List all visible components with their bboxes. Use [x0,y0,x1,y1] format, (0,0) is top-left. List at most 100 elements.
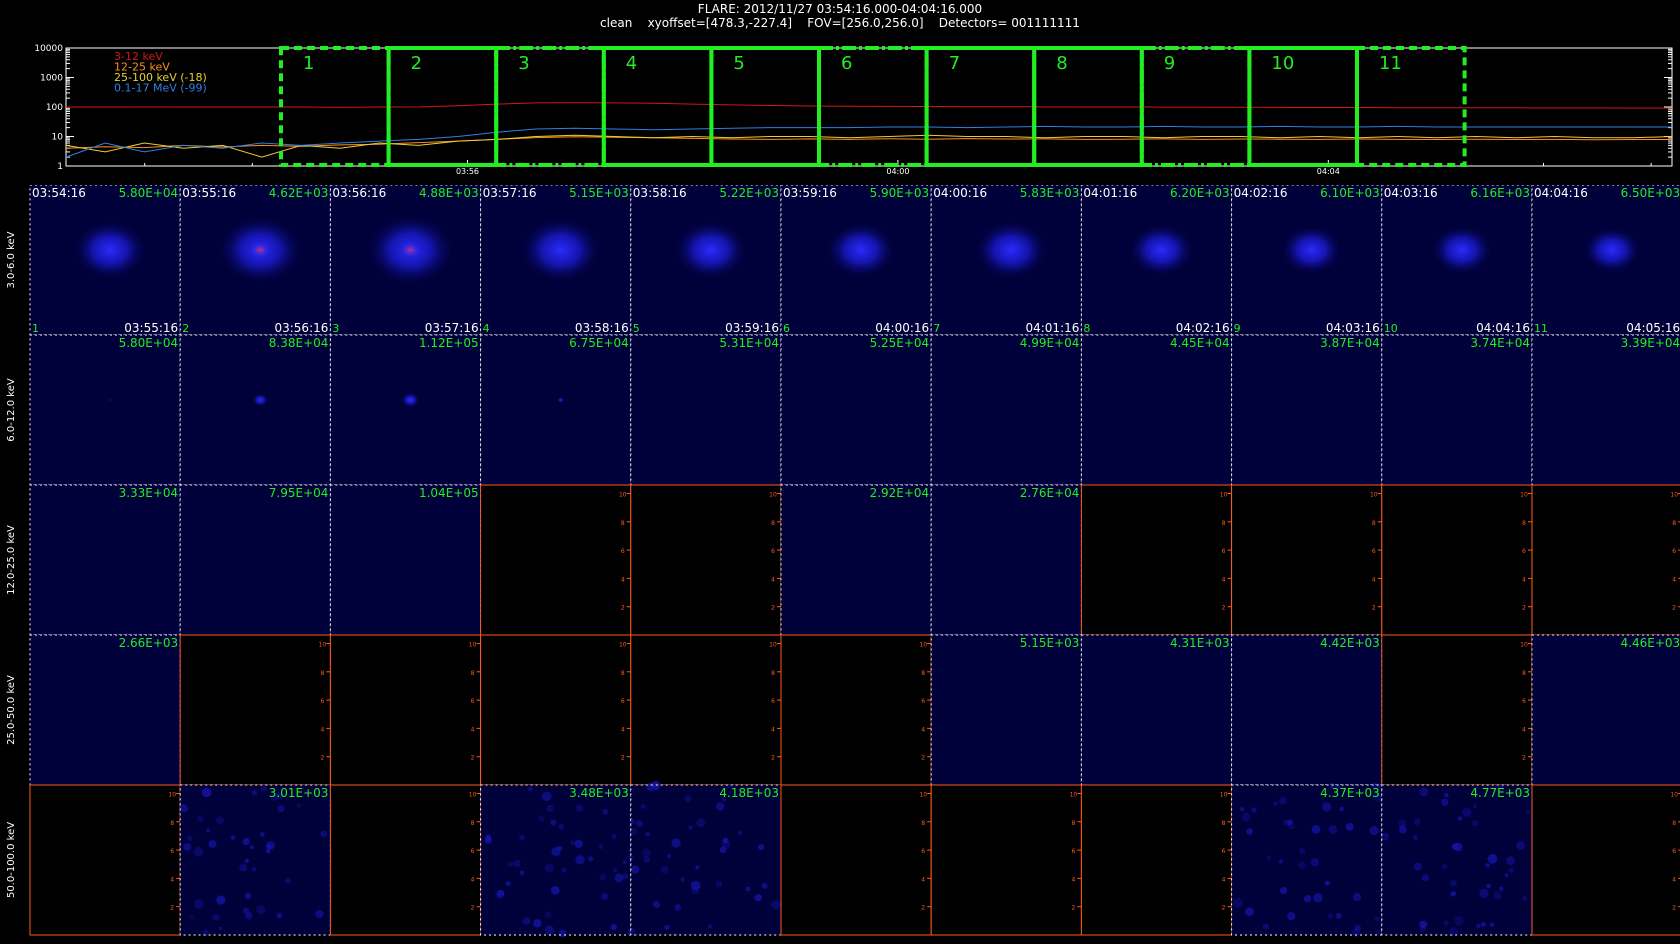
image-tile: 4.62E+03 03:55:16 03:56:16 2 [179,184,331,336]
tile-background [330,635,481,785]
noise-blob [1508,867,1515,874]
image-tile: 6.75E+04 [480,334,632,486]
empty-axis-tick-label: 6 [1372,548,1376,555]
noise-blob [1441,798,1449,806]
tile-background [180,785,331,935]
tile-index: 10 [1384,322,1398,335]
tile-background [630,635,781,785]
empty-axis-tick-label: 2 [1522,605,1526,612]
tile-peak-value: 2.92E+04 [870,486,930,500]
interval-box [494,46,606,167]
flare-title: FLARE: 2012/11/27 03:54:16.000-04:04:16.… [697,2,983,16]
noise-blob [1516,841,1526,851]
tile-start-time: 04:02:16 [1234,186,1288,200]
noise-blob [1443,920,1449,926]
noise-blob [642,848,651,858]
image-tile: 2 4 6 8 10 [329,634,482,786]
noise-blob [244,858,250,864]
empty-axis-tick-label: 2 [771,755,775,762]
empty-axis-tick-label: 2 [1522,755,1526,762]
noise-blob [1352,893,1362,902]
empty-axis-tick-label: 8 [771,670,775,677]
image-tile: 5.15E+03 03:57:16 03:58:16 4 [480,184,632,336]
tile-peak-value: 3.33E+04 [119,486,179,500]
noise-blob [602,808,609,815]
image-tile: 5.22E+03 03:58:16 03:59:16 5 [630,184,782,336]
y-tick-label: 10 [52,133,64,143]
empty-axis-tick-label: 6 [1222,548,1226,555]
empty-axis-tick-label: 2 [1672,905,1676,912]
noise-blob [1287,821,1296,830]
empty-axis-tick-label: 10 [1670,791,1678,798]
tile-peak-value: 3.74E+04 [1470,336,1530,350]
noise-blob [285,878,291,884]
noise-blob [587,856,594,862]
noise-blob [1479,888,1489,899]
interval-box [1355,46,1467,167]
noise-blob [1328,824,1338,834]
tile-peak-value: 2.66E+03 [119,636,179,650]
noise-blob [1398,819,1407,828]
noise-blob [666,853,672,859]
noise-blob [1522,896,1527,901]
empty-axis-tick-label: 10 [469,791,477,798]
noise-blob [203,788,208,793]
noise-blob [1444,792,1449,798]
tile-peak-value: 6.75E+04 [569,336,629,350]
empty-axis-tick-label: 2 [320,755,324,762]
tile-peak-value: 5.22E+03 [719,186,779,200]
noise-blob [598,844,604,850]
tile-peak-value: 4.18E+03 [719,786,779,800]
noise-blob [522,917,531,925]
tile-background [1381,335,1532,485]
tile-peak-value: 8.38E+04 [269,336,329,350]
tile-peak-value: 5.31E+04 [719,336,779,350]
noise-blob [745,886,751,892]
tile-start-time: 03:59:16 [783,186,837,200]
image-tile: 1.04E+05 [329,484,482,636]
tile-background [630,485,781,635]
empty-axis-tick-label: 10 [769,641,777,648]
empty-axis-tick-label: 10 [919,791,927,798]
image-tile: 4.31E+03 [1080,634,1233,786]
image-tile: 3.87E+04 [1231,334,1383,486]
noise-blob [558,929,567,938]
tile-background [931,785,1082,935]
tile-peak-value: 6.16E+03 [1470,186,1530,200]
tile-background [931,485,1082,635]
noise-blob [187,835,193,842]
empty-axis-tick-label: 10 [919,641,927,648]
interval-label: 10 [1271,53,1294,74]
image-tile: 2 4 6 8 10 [1231,484,1383,636]
empty-axis-tick-label: 4 [771,726,775,733]
tile-start-time: 03:56:16 [332,186,386,200]
empty-axis-tick-label: 8 [621,520,625,527]
tile-peak-value: 4.88E+03 [419,186,479,200]
image-tile: 3.01E+03 [179,784,331,937]
tile-index: 11 [1534,322,1548,335]
noise-blob [771,900,781,910]
tile-background [1532,785,1680,935]
tile-background [480,335,631,485]
noise-blob [194,899,204,909]
noise-blob [661,866,669,874]
noise-blob [1493,891,1502,900]
interval-box [601,46,714,167]
tile-end-time: 03:57:16 [425,321,479,335]
image-tile: 4.42E+03 [1231,634,1383,786]
image-tile: 4.46E+03 [1531,634,1680,786]
empty-axis-tick-label: 2 [621,605,625,612]
noise-blob [1262,923,1269,930]
empty-axis-tick-label: 4 [471,726,475,733]
legend-entry: 0.1-17 MeV (-99) [114,82,207,95]
noise-blob [1335,912,1342,919]
image-tile: 2 4 6 8 10 [630,634,782,786]
lightcurve-plot: 100001000100101 03:56 04:00 04:043-12 keV12… [34,44,1673,174]
empty-axis-tick-label: 10 [619,491,627,498]
tile-end-time: 03:56:16 [274,321,328,335]
tile-end-time: 04:05:16 [1626,321,1680,335]
noise-blob [550,819,557,826]
empty-axis-tick-label: 10 [769,491,777,498]
empty-axis-tick-label: 8 [1372,520,1376,527]
noise-blob [1506,856,1515,866]
